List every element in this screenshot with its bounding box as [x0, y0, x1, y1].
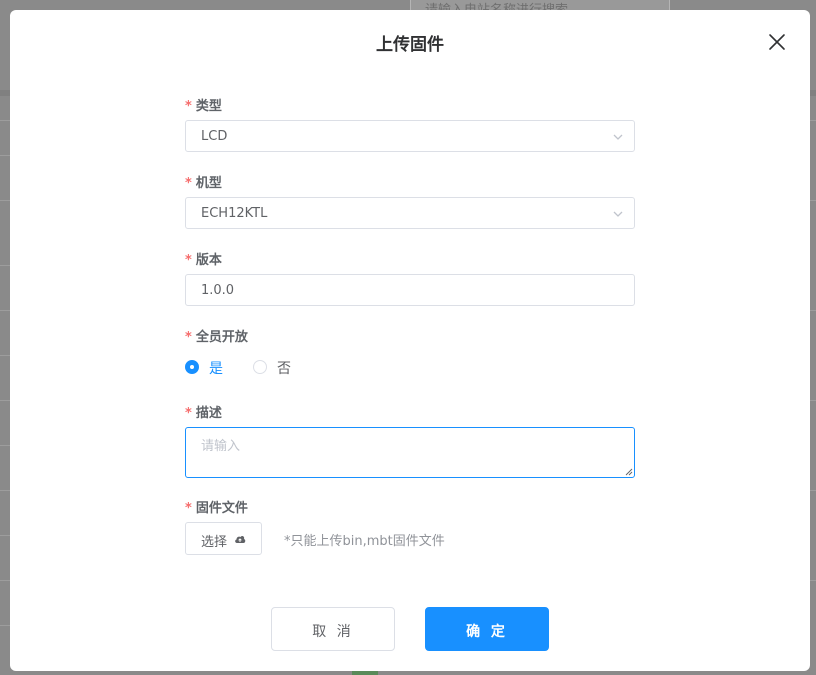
type-label: * 类型: [185, 99, 222, 114]
radio-no-label: 否: [277, 361, 291, 377]
background-row-divider: [0, 355, 10, 356]
radio-checked-icon: [185, 360, 199, 374]
background-row-divider: [0, 155, 10, 156]
model-label: * 机型: [185, 176, 222, 191]
version-input-value: 1.0.0: [201, 283, 235, 298]
version-input[interactable]: 1.0.0: [185, 274, 635, 306]
resize-handle-icon[interactable]: [625, 468, 633, 476]
model-select-value: ECH12KTL: [201, 206, 268, 221]
background-row-divider: [0, 535, 10, 536]
background-row-divider: [0, 445, 10, 446]
confirm-button[interactable]: 确 定: [425, 607, 549, 651]
select-file-button[interactable]: 选择: [185, 522, 262, 555]
required-mark: *: [185, 501, 192, 516]
background-row-divider: [0, 120, 10, 121]
chevron-down-icon: [612, 208, 624, 220]
description-textarea[interactable]: 请输入: [185, 427, 635, 478]
background-row-divider: [0, 625, 10, 626]
close-button[interactable]: [766, 31, 788, 53]
cloud-upload-icon: [234, 534, 246, 544]
dialog-title: 上传固件: [376, 35, 444, 55]
background-row-divider: [0, 580, 10, 581]
radio-yes-label: 是: [209, 361, 223, 377]
cancel-button[interactable]: 取 消: [271, 607, 395, 651]
radio-no[interactable]: 否: [253, 358, 313, 378]
radio-unchecked-icon: [253, 360, 267, 374]
chevron-down-icon: [612, 131, 624, 143]
select-file-label: 选择: [201, 535, 228, 550]
description-placeholder: 请输入: [201, 439, 241, 454]
close-icon: [769, 34, 785, 50]
background-row-divider: [0, 490, 10, 491]
background-row-divider: [0, 265, 10, 266]
description-label: * 描述: [185, 406, 222, 421]
required-mark: *: [185, 99, 192, 114]
upload-firmware-dialog: 上传固件 * 类型 LCD * 机型 ECH12KTL * 版本 1.0.0 *…: [10, 10, 810, 671]
model-select[interactable]: ECH12KTL: [185, 197, 635, 229]
firmware-file-label: * 固件文件: [185, 501, 248, 516]
background-row-divider: [0, 400, 10, 401]
upload-hint-text: *只能上传bin,mbt固件文件: [284, 534, 445, 549]
required-mark: *: [185, 176, 192, 191]
background-row-divider: [0, 310, 10, 311]
required-mark: *: [185, 253, 192, 268]
radio-yes[interactable]: 是: [185, 358, 245, 378]
type-select[interactable]: LCD: [185, 120, 635, 152]
open-to-all-label: * 全员开放: [185, 330, 248, 345]
type-select-value: LCD: [201, 129, 228, 144]
version-label: * 版本: [185, 253, 222, 268]
required-mark: *: [185, 406, 192, 421]
background-row-divider: [0, 200, 10, 201]
required-mark: *: [185, 330, 192, 345]
